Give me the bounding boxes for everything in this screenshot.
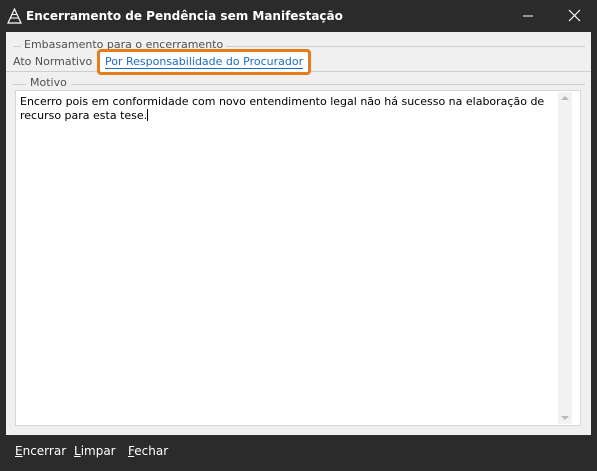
group-border	[12, 84, 585, 85]
basis-tabs: Ato Normativo Por Responsabilidade do Pr…	[6, 49, 591, 75]
scroll-up-icon[interactable]	[561, 96, 569, 100]
limpar-button[interactable]: Limpar	[74, 444, 116, 458]
limpar-mnemonic: L	[74, 444, 81, 458]
motivo-legend: Motivo	[26, 76, 71, 89]
fechar-label: echar	[134, 444, 169, 458]
fechar-button[interactable]: Fechar	[128, 444, 168, 458]
encerrar-mnemonic: E	[15, 444, 23, 458]
vertical-scrollbar[interactable]	[558, 92, 572, 424]
tab-ato-normativo[interactable]: Ato Normativo	[11, 53, 94, 70]
motivo-group: Motivo	[12, 76, 585, 90]
dialog-body: Embasamento para o encerramento Ato Norm…	[6, 32, 591, 435]
title-bar: Encerramento de Pendência sem Manifestaç…	[0, 0, 597, 32]
encerrar-button[interactable]: Encerrar	[15, 444, 66, 458]
app-triangle-icon	[7, 8, 22, 24]
close-icon	[568, 9, 581, 22]
minimize-icon	[523, 15, 533, 17]
motivo-text[interactable]: Encerro pois em conformidade com novo en…	[20, 95, 558, 123]
scroll-down-icon[interactable]	[561, 416, 569, 420]
close-button[interactable]	[551, 0, 597, 32]
motivo-text-value: Encerro pois em conformidade com novo en…	[20, 95, 545, 122]
limpar-label: impar	[80, 444, 116, 458]
encerrar-label: ncerrar	[22, 444, 67, 458]
motivo-textarea[interactable]: Encerro pois em conformidade com novo en…	[15, 90, 581, 426]
window-title: Encerramento de Pendência sem Manifestaç…	[26, 9, 343, 23]
text-caret	[147, 109, 149, 121]
minimize-button[interactable]	[505, 0, 551, 32]
action-bar: Encerrar Limpar Fechar	[6, 437, 591, 465]
tab-label: Por Responsabilidade do Procurador	[105, 55, 304, 69]
tab-responsabilidade-procurador[interactable]: Por Responsabilidade do Procurador	[97, 49, 312, 75]
